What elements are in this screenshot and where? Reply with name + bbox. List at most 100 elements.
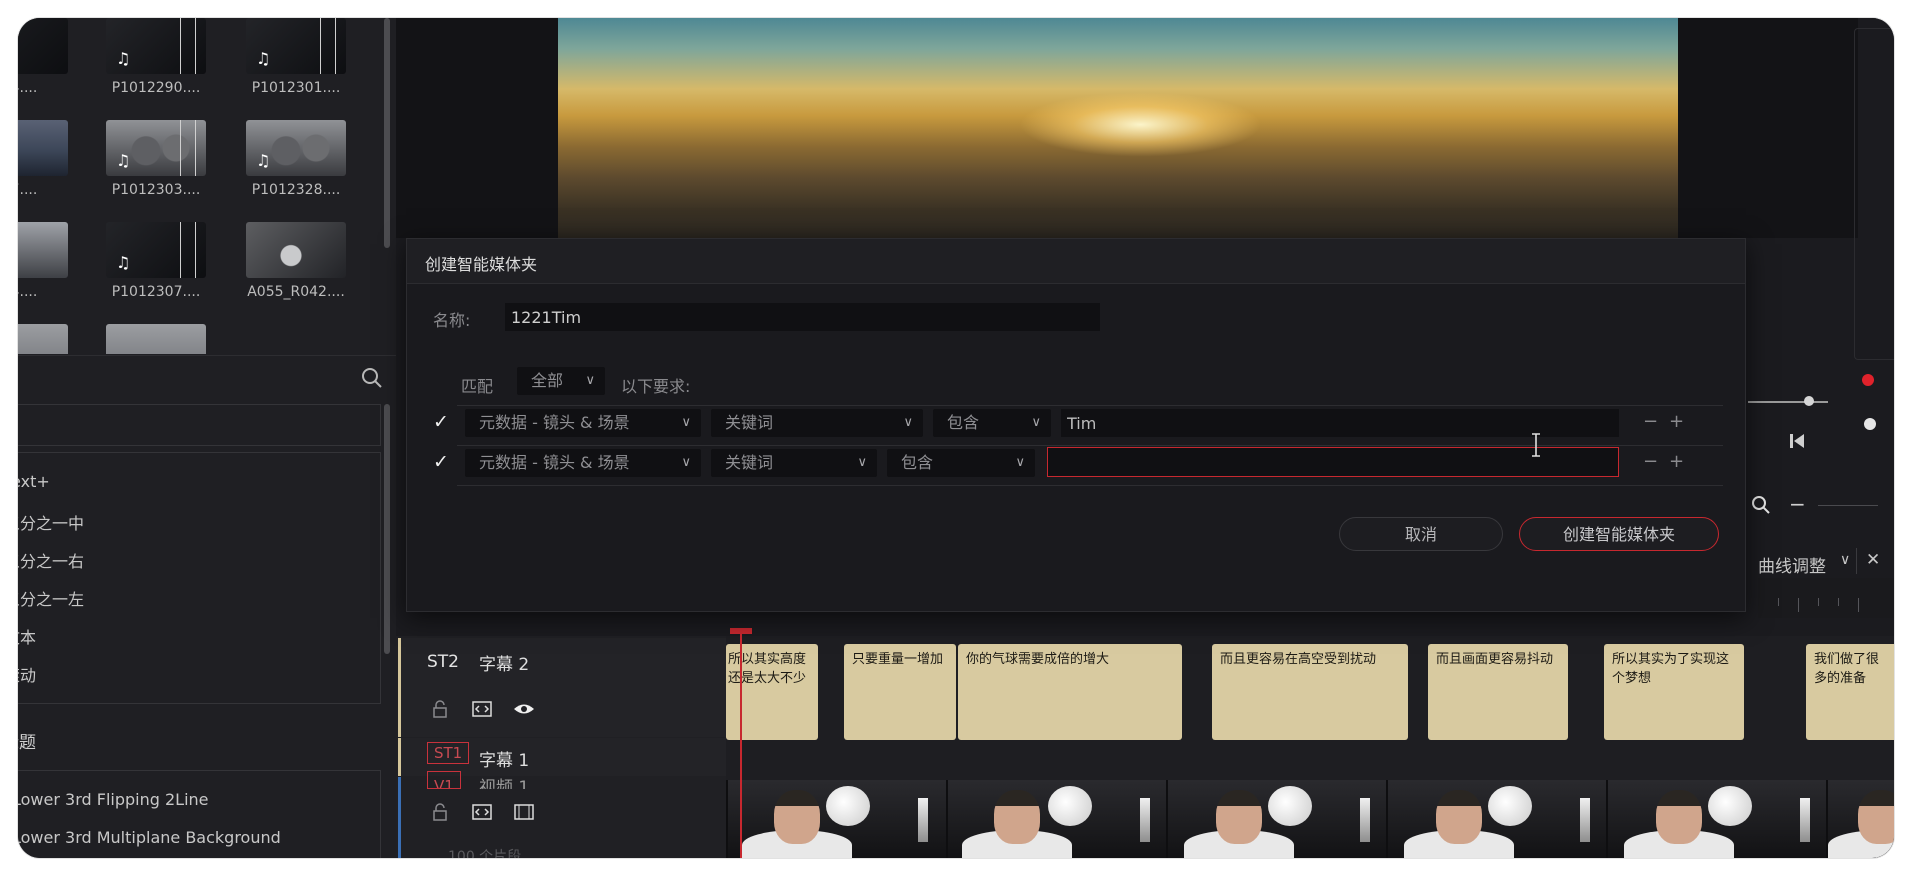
subtitle-clip[interactable]: 你的气球需要成倍的增大 — [958, 644, 1182, 740]
dialog-titlebar[interactable] — [407, 239, 1745, 284]
clip-image — [18, 324, 68, 354]
rule-checkbox[interactable]: ✓ — [433, 451, 449, 473]
ruler-tick — [1778, 598, 1779, 606]
clip-thumbnail[interactable]: P1012284.... — [18, 18, 68, 96]
rule-field-dropdown[interactable]: 关键词 ∨ — [711, 409, 923, 437]
track-header-st2[interactable]: ST2 字幕 2 — [398, 638, 729, 737]
playhead-handle[interactable] — [730, 628, 752, 634]
clip-image: ♫ — [106, 120, 206, 176]
zoom-icon[interactable] — [1750, 494, 1772, 516]
lock-icon[interactable] — [429, 700, 451, 718]
clip-label: A055_R042.... — [247, 284, 345, 300]
toggle-knob[interactable] — [1864, 418, 1876, 430]
add-rule-button[interactable]: + — [1669, 411, 1684, 432]
subtitle-clip[interactable]: 而且更容易在高空受到扰动 — [1212, 644, 1408, 740]
clip-thumbnail[interactable]: P1012334.... — [18, 222, 68, 300]
effects-item[interactable]: 三分之一右 — [18, 548, 84, 572]
rule-field-value: 关键词 — [725, 453, 774, 472]
remove-rule-button[interactable]: − — [1643, 451, 1658, 472]
chevron-down-icon: ∨ — [585, 373, 595, 388]
record-indicator[interactable] — [1862, 374, 1874, 386]
video-frame-rocket — [1800, 798, 1810, 842]
subtitle-clip[interactable]: 所以其实为了实现这个梦想 — [1604, 644, 1744, 740]
track-name: 字幕 2 — [479, 655, 530, 675]
dialog-title: 创建智能媒体夹 — [425, 255, 538, 274]
add-rule-button[interactable]: + — [1669, 451, 1684, 472]
video-frame-balloon — [1488, 786, 1532, 826]
clip-label: P1012317.... — [18, 182, 38, 198]
rule-divider — [457, 405, 1723, 406]
match-label: 匹配 — [461, 377, 494, 396]
name-field[interactable] — [505, 303, 1100, 331]
subtitle-clip[interactable]: 我们做了很多的准备 — [1806, 644, 1894, 740]
playhead[interactable] — [740, 628, 742, 858]
jog-slider-track[interactable] — [1748, 401, 1828, 403]
effects-item[interactable]: 三分之一中 — [18, 510, 84, 534]
clip-thumbnail[interactable]: A055_R042.... — [246, 222, 346, 300]
clip-label: P1012328.... — [251, 182, 341, 198]
title-template-item[interactable]: Lower 3rd Flipping 2Line — [18, 790, 209, 809]
effects-item[interactable]: 三分之一左 — [18, 586, 84, 610]
effects-item[interactable]: 滚动 — [18, 662, 36, 686]
title-template-item[interactable]: Lower 3rd Multiplane Background — [18, 828, 281, 847]
video-frame-face — [1436, 790, 1482, 844]
clip-label: P1012307.... — [111, 284, 201, 300]
audio-note-icon: ♫ — [116, 253, 131, 272]
match-mode-dropdown[interactable]: 全部 ∨ — [517, 367, 605, 395]
monitor-icon[interactable] — [513, 803, 535, 821]
clip-thumbnail[interactable] — [18, 324, 68, 354]
media-pool-scrollbar[interactable] — [384, 18, 390, 248]
zoom-out-button[interactable]: − — [1789, 492, 1806, 516]
clip-thumbnail[interactable]: ♫ P1012328.... — [246, 120, 346, 198]
video-frame-face — [1656, 790, 1702, 844]
create-smart-bin-button[interactable]: 创建智能媒体夹 — [1519, 517, 1719, 551]
search-icon[interactable] — [358, 364, 386, 392]
auto-select-icon[interactable] — [471, 700, 493, 718]
rule-category-value: 元数据 - 镜头 & 场景 — [479, 453, 630, 472]
subtitle-clip[interactable]: 只要重量一增加 — [844, 644, 956, 740]
effects-scrollbar[interactable] — [384, 404, 390, 654]
audio-note-icon: ♫ — [116, 49, 131, 68]
clip-thumbnail[interactable] — [106, 324, 206, 354]
subtitle-clip[interactable]: 而且画面更容易抖动 — [1428, 644, 1568, 740]
auto-select-icon[interactable] — [471, 803, 493, 821]
video-frame-balloon — [1708, 786, 1752, 826]
video-frame-balloon — [1048, 786, 1092, 826]
track-name: 视频 1 — [479, 778, 530, 789]
video-frame-face — [994, 790, 1040, 844]
lock-icon[interactable] — [429, 803, 451, 821]
adjust-dropdown-label[interactable]: 曲线调整 — [1758, 552, 1826, 577]
ruler-tick — [1838, 598, 1839, 606]
track-name: 字幕 1 — [479, 751, 530, 771]
rule-operator-value: 包含 — [901, 453, 934, 472]
rule-field-dropdown[interactable]: 关键词 ∨ — [711, 449, 877, 477]
viewer-frame — [558, 18, 1678, 240]
chevron-down-icon: ∨ — [681, 455, 691, 470]
clip-label: P1012284.... — [18, 80, 38, 96]
skip-back-icon[interactable] — [1786, 430, 1808, 452]
effects-item[interactable]: Text+ — [18, 472, 50, 491]
rule-operator-dropdown[interactable]: 包含 ∨ — [933, 409, 1051, 437]
chevron-down-icon[interactable]: ∨ — [1840, 552, 1850, 568]
rule-category-dropdown[interactable]: 元数据 - 镜头 & 场景 ∨ — [465, 409, 701, 437]
jog-slider-knob[interactable] — [1804, 396, 1814, 406]
cancel-button[interactable]: 取消 — [1339, 517, 1503, 551]
video-frame-face — [1216, 790, 1262, 844]
effects-item[interactable]: 文本 — [18, 624, 36, 648]
rule-divider — [457, 485, 1723, 486]
eye-icon[interactable] — [513, 700, 535, 718]
clip-thumbnail[interactable]: ♫ P1012290.... — [106, 18, 206, 96]
clip-thumbnail[interactable]: ♫ P1012303.... — [106, 120, 206, 198]
rule-category-value: 元数据 - 镜头 & 场景 — [479, 413, 630, 432]
track-code: ST1 — [427, 742, 470, 764]
rule-checkbox[interactable]: ✓ — [433, 411, 449, 433]
clip-thumbnail[interactable]: ♫ P1012307.... — [106, 222, 206, 300]
clip-image: ♫ — [246, 18, 346, 74]
rule-category-dropdown[interactable]: 元数据 - 镜头 & 场景 ∨ — [465, 449, 701, 477]
rule-operator-dropdown[interactable]: 包含 ∨ — [887, 449, 1035, 477]
zoom-slider[interactable] — [1818, 505, 1878, 506]
clip-thumbnail[interactable]: P1012317.... — [18, 120, 68, 198]
remove-rule-button[interactable]: − — [1643, 411, 1658, 432]
close-icon[interactable]: ✕ — [1866, 550, 1880, 570]
clip-thumbnail[interactable]: ♫ P1012301.... — [246, 18, 346, 96]
